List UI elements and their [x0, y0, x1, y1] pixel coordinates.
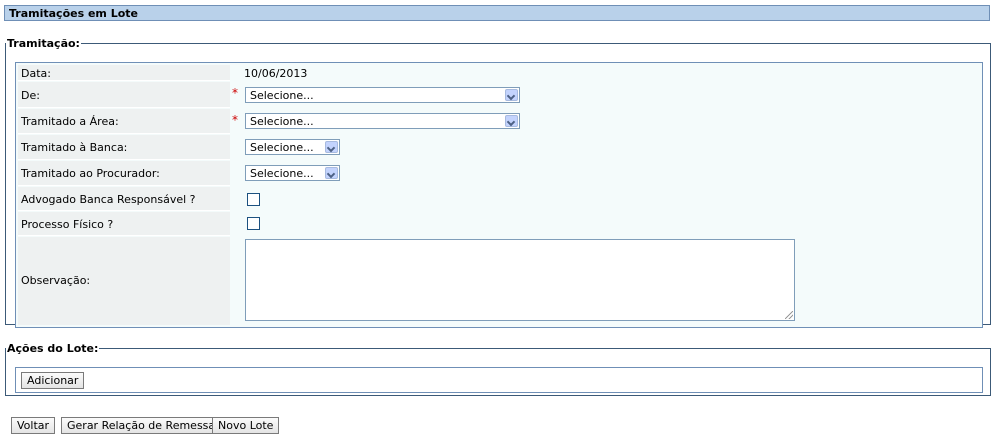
data-value: 10/06/2013 — [244, 67, 308, 80]
banca-select[interactable]: Selecione... — [245, 139, 340, 155]
resize-grip-icon[interactable] — [785, 311, 793, 319]
advogado-label: Advogado Banca Responsável ? — [21, 193, 196, 206]
row-data: Data: 10/06/2013 — [16, 65, 982, 81]
page-header: Tramitações em Lote — [4, 5, 990, 21]
row-de: De: * Selecione... — [16, 82, 982, 108]
de-required-marker: * — [232, 86, 238, 100]
processo-label: Processo Físico ? — [21, 218, 114, 231]
observacao-label: Observação: — [21, 274, 91, 287]
page-title: Tramitações em Lote — [9, 7, 139, 20]
adicionar-button[interactable]: Adicionar — [21, 372, 85, 389]
advogado-checkbox[interactable] — [247, 193, 260, 206]
banca-select-value: Selecione... — [250, 141, 314, 154]
chevron-down-icon[interactable] — [325, 141, 338, 153]
row-banca: Tramitado à Banca: Selecione... — [16, 135, 982, 160]
procurador-label: Tramitado ao Procurador: — [21, 167, 160, 180]
tramitacao-fieldset: Tramitação: Data: 10/06/2013 De: * Selec… — [5, 37, 991, 328]
tramitacao-legend: Tramitação: — [7, 37, 80, 50]
row-area: Tramitado a Área: * Selecione... — [16, 109, 982, 134]
gerar-relacao-button[interactable]: Gerar Relação de Remessa — [61, 417, 222, 434]
de-label: De: — [21, 89, 40, 102]
row-advogado: Advogado Banca Responsável ? — [16, 187, 982, 211]
row-processo: Processo Físico ? — [16, 212, 982, 236]
voltar-button[interactable]: Voltar — [11, 417, 56, 434]
novo-lote-button[interactable]: Novo Lote — [212, 417, 280, 434]
data-label: Data: — [21, 67, 51, 80]
processo-checkbox[interactable] — [247, 217, 260, 230]
procurador-select-value: Selecione... — [250, 167, 314, 180]
de-select[interactable]: Selecione... — [245, 87, 520, 103]
chevron-down-icon[interactable] — [505, 89, 518, 101]
area-required-marker: * — [232, 113, 238, 127]
area-select-value: Selecione... — [250, 115, 314, 128]
procurador-select[interactable]: Selecione... — [245, 165, 340, 181]
acoes-legend: Ações do Lote: — [7, 342, 99, 355]
acoes-box: Adicionar — [15, 367, 983, 393]
row-observacao: Observação: — [16, 237, 982, 325]
banca-label: Tramitado à Banca: — [21, 141, 128, 154]
acoes-fieldset: Ações do Lote: Adicionar — [5, 342, 991, 396]
de-select-value: Selecione... — [250, 89, 314, 102]
area-select[interactable]: Selecione... — [245, 113, 520, 129]
row-procurador: Tramitado ao Procurador: Selecione... — [16, 161, 982, 186]
observacao-textarea[interactable] — [245, 239, 795, 321]
chevron-down-icon[interactable] — [505, 115, 518, 127]
chevron-down-icon[interactable] — [325, 167, 338, 179]
tramitacao-form: Data: 10/06/2013 De: * Selecione... Tram… — [15, 62, 983, 328]
area-label: Tramitado a Área: — [21, 115, 119, 128]
